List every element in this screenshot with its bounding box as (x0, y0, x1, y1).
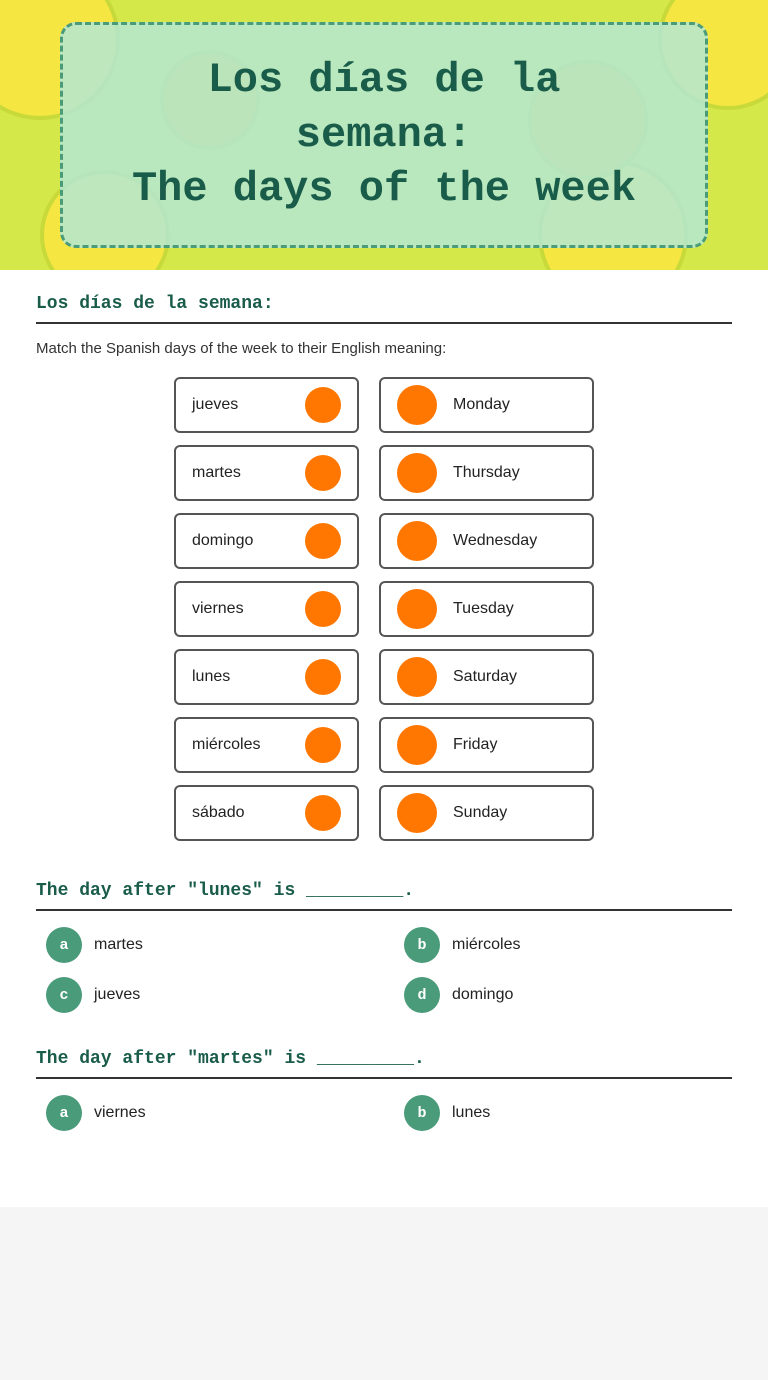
list-item[interactable]: a martes (46, 927, 364, 963)
question1-divider (36, 909, 732, 911)
question1-section: The day after "lunes" is _________. a ma… (36, 881, 732, 1013)
connector-dot-left[interactable] (305, 727, 341, 763)
matching-instructions: Match the Spanish days of the week to th… (36, 340, 732, 357)
list-item[interactable]: c jueves (46, 977, 364, 1013)
table-row: martes Thursday (36, 445, 732, 501)
choice-badge-b[interactable]: b (404, 927, 440, 963)
connector-dot-right[interactable] (397, 725, 437, 765)
table-row: miércoles Friday (36, 717, 732, 773)
matching-container: jueves Monday martes Thursday domingo (36, 377, 732, 841)
table-row: viernes Tuesday (36, 581, 732, 637)
choice-label-a2: viernes (94, 1104, 146, 1122)
english-word: Monday (453, 396, 510, 414)
table-row: lunes Saturday (36, 649, 732, 705)
question2-section: The day after "martes" is _________. a v… (36, 1049, 732, 1131)
connector-dot-left[interactable] (305, 387, 341, 423)
header-section: Los días de la semana: The days of the w… (0, 0, 768, 270)
page-title: Los días de la semana: The days of the w… (113, 53, 655, 217)
choice-badge-c[interactable]: c (46, 977, 82, 1013)
section1-divider (36, 322, 732, 324)
connector-dot-right[interactable] (397, 385, 437, 425)
english-word: Thursday (453, 464, 520, 482)
english-word: Friday (453, 736, 497, 754)
list-item[interactable]: d domingo (404, 977, 722, 1013)
connector-dot-right[interactable] (397, 453, 437, 493)
connector-dot-right[interactable] (397, 589, 437, 629)
list-item[interactable]: a viernes (46, 1095, 364, 1131)
spanish-box-sabado[interactable]: sábado (174, 785, 359, 841)
english-box-wednesday[interactable]: Wednesday (379, 513, 594, 569)
spanish-word: miércoles (192, 736, 260, 754)
english-box-saturday[interactable]: Saturday (379, 649, 594, 705)
english-box-monday[interactable]: Monday (379, 377, 594, 433)
table-row: sábado Sunday (36, 785, 732, 841)
spanish-box-viernes[interactable]: viernes (174, 581, 359, 637)
choice-label-b: miércoles (452, 936, 520, 954)
list-item[interactable]: b lunes (404, 1095, 722, 1131)
connector-dot-left[interactable] (305, 591, 341, 627)
connector-dot-left[interactable] (305, 455, 341, 491)
spanish-word: lunes (192, 668, 230, 686)
choice-label-d: domingo (452, 986, 513, 1004)
spanish-word: domingo (192, 532, 253, 550)
choice-badge-d[interactable]: d (404, 977, 440, 1013)
question1-choices: a martes b miércoles c jueves d (36, 927, 732, 1013)
english-word: Wednesday (453, 532, 537, 550)
list-item[interactable]: b miércoles (404, 927, 722, 963)
english-box-tuesday[interactable]: Tuesday (379, 581, 594, 637)
connector-dot-right[interactable] (397, 657, 437, 697)
title-box: Los días de la semana: The days of the w… (60, 22, 708, 248)
question1-title: The day after "lunes" is _________. (36, 881, 732, 901)
choice-label-b2: lunes (452, 1104, 490, 1122)
choice-badge-b2[interactable]: b (404, 1095, 440, 1131)
main-content: Los días de la semana: Match the Spanish… (0, 270, 768, 1207)
spanish-box-lunes[interactable]: lunes (174, 649, 359, 705)
spanish-word: jueves (192, 396, 238, 414)
english-box-friday[interactable]: Friday (379, 717, 594, 773)
connector-dot-left[interactable] (305, 659, 341, 695)
english-box-thursday[interactable]: Thursday (379, 445, 594, 501)
table-row: jueves Monday (36, 377, 732, 433)
spanish-box-miercoles[interactable]: miércoles (174, 717, 359, 773)
spanish-box-domingo[interactable]: domingo (174, 513, 359, 569)
spanish-word: sábado (192, 804, 245, 822)
connector-dot-right[interactable] (397, 521, 437, 561)
choice-label-a: martes (94, 936, 143, 954)
connector-dot-right[interactable] (397, 793, 437, 833)
choice-badge-a2[interactable]: a (46, 1095, 82, 1131)
choice-badge-a[interactable]: a (46, 927, 82, 963)
choice-label-c: jueves (94, 986, 140, 1004)
question2-choices: a viernes b lunes (36, 1095, 732, 1131)
spanish-word: martes (192, 464, 241, 482)
question2-title: The day after "martes" is _________. (36, 1049, 732, 1069)
english-box-sunday[interactable]: Sunday (379, 785, 594, 841)
spanish-box-jueves[interactable]: jueves (174, 377, 359, 433)
question2-divider (36, 1077, 732, 1079)
english-word: Sunday (453, 804, 507, 822)
english-word: Tuesday (453, 600, 514, 618)
english-word: Saturday (453, 668, 517, 686)
spanish-word: viernes (192, 600, 244, 618)
connector-dot-left[interactable] (305, 523, 341, 559)
connector-dot-left[interactable] (305, 795, 341, 831)
section1-title: Los días de la semana: (36, 294, 732, 314)
spanish-box-martes[interactable]: martes (174, 445, 359, 501)
table-row: domingo Wednesday (36, 513, 732, 569)
